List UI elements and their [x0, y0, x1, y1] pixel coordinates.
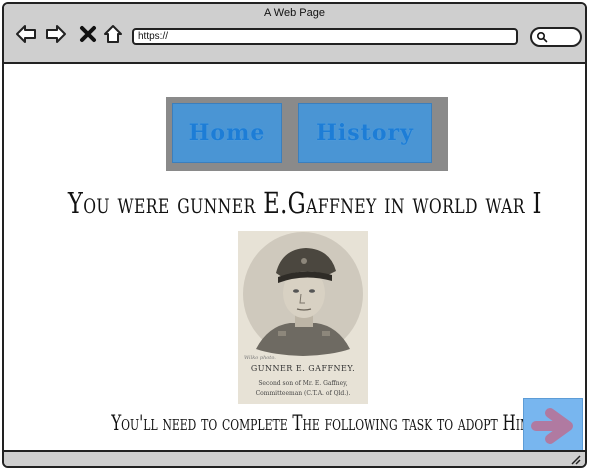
browser-window: A Web Page https:// Home History You wer… [2, 2, 587, 468]
soldier-photo: Wilko photo. GUNNER E. GAFFNEY. Second s… [238, 231, 368, 404]
url-bar[interactable]: https:// [132, 28, 518, 45]
home-icon[interactable] [102, 23, 124, 45]
photo-name: GUNNER E. GAFFNEY. [250, 364, 356, 373]
forward-arrow-icon[interactable] [45, 23, 67, 45]
status-bar [4, 450, 585, 466]
search-box[interactable] [530, 27, 582, 47]
page-content: Home History You were gunner E.Gaffney i… [4, 64, 585, 454]
page-heading: You were gunner E.Gaffney in world war I [67, 186, 542, 220]
nav-history-button[interactable]: History [298, 103, 432, 163]
nav-home-button[interactable]: Home [172, 103, 282, 163]
search-icon [536, 31, 548, 43]
browser-toolbar: A Web Page https:// [4, 4, 585, 64]
close-icon[interactable] [77, 23, 99, 45]
photo-caption: Second son of Mr. E. Gaffney, [258, 380, 348, 387]
right-arrow-icon [531, 408, 573, 444]
photo-caption: Committeeman (C.T.A. of Qld.). [255, 390, 351, 397]
next-button[interactable] [523, 398, 583, 452]
back-arrow-icon[interactable] [15, 23, 37, 45]
task-instruction: You'll need to complete The following ta… [111, 411, 532, 435]
nav-menu: Home History [166, 97, 448, 171]
resize-grip-icon[interactable] [569, 453, 581, 465]
window-title: A Web Page [264, 7, 325, 19]
photo-credit: Wilko photo. [244, 355, 276, 361]
